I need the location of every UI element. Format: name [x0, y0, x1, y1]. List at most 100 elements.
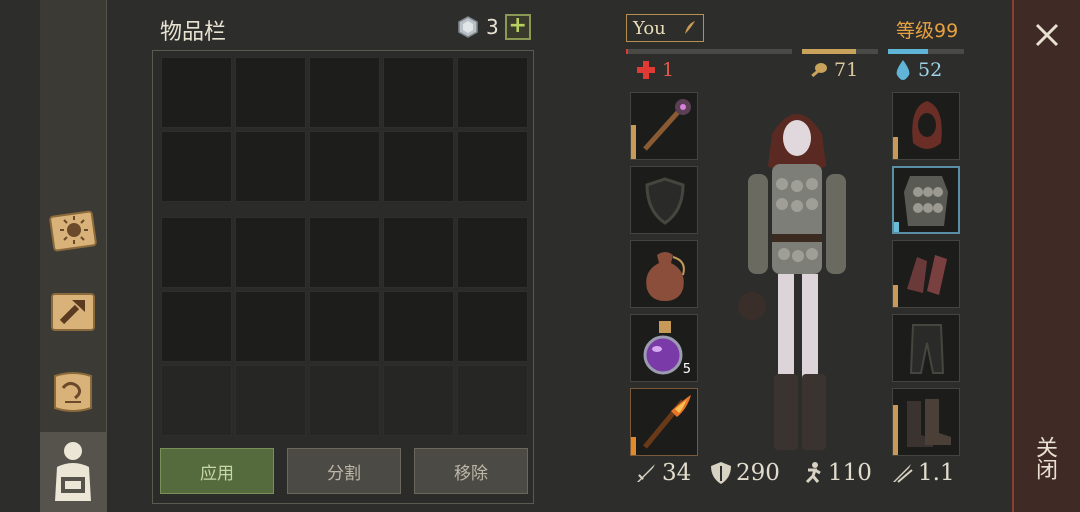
armor-value: 290 — [736, 460, 780, 486]
water-bar — [888, 49, 964, 54]
inventory-slot[interactable] — [235, 217, 306, 288]
shield-placeholder-icon — [645, 177, 685, 225]
inventory-slot[interactable] — [457, 291, 528, 362]
gloves-icon — [907, 255, 947, 295]
health-bar — [626, 49, 792, 54]
weapon-slot[interactable] — [630, 92, 698, 160]
bag-slot[interactable] — [630, 240, 698, 308]
nav-recipes-button[interactable] — [44, 200, 102, 260]
inventory-slot[interactable] — [161, 291, 232, 362]
water-drop-icon — [896, 60, 910, 80]
pouch-icon — [646, 252, 685, 301]
inventory-slot[interactable] — [383, 131, 454, 202]
inventory-frame — [152, 50, 534, 504]
potion-count: 5 — [682, 362, 691, 377]
player-level: 等级99 — [896, 20, 959, 42]
boots-icon — [907, 399, 951, 447]
shield-slot[interactable] — [630, 166, 698, 234]
edit-feather-icon — [685, 21, 695, 34]
close-icon[interactable] — [1030, 18, 1064, 52]
gem-count: 3 — [486, 15, 499, 39]
gem-counter: 3 + — [456, 14, 531, 40]
attack-stat: 34 — [634, 460, 691, 486]
running-icon — [805, 462, 821, 484]
inventory-slot[interactable] — [161, 57, 232, 128]
health-stat: 1 — [636, 59, 674, 81]
inventory-slot-locked — [383, 365, 454, 436]
inventory-slot[interactable] — [383, 57, 454, 128]
inventory-slot[interactable] — [235, 131, 306, 202]
durability-bar — [893, 137, 898, 159]
book-sun-icon — [49, 210, 97, 252]
food-value: 71 — [834, 59, 859, 81]
weight-stat: 1.1 — [890, 460, 955, 486]
mace-icon — [643, 99, 691, 151]
close-label[interactable]: 关闭 — [1030, 436, 1060, 480]
durability-bar — [631, 125, 636, 159]
nav-map-button[interactable] — [44, 362, 102, 422]
inventory-slot[interactable] — [383, 291, 454, 362]
water-stat: 52 — [894, 59, 942, 81]
nav-craft-button[interactable] — [44, 282, 102, 342]
feet-slot[interactable] — [892, 388, 960, 456]
inventory-slot[interactable] — [309, 291, 380, 362]
inventory-slot[interactable] — [457, 217, 528, 288]
durability-bar — [893, 285, 898, 307]
durability-bar — [894, 222, 899, 232]
nav-character-button[interactable] — [40, 432, 106, 512]
armor-stat: 290 — [710, 460, 780, 486]
scroll-icon — [54, 372, 92, 412]
chest-slot[interactable] — [892, 166, 960, 234]
speed-value: 110 — [828, 460, 872, 486]
inventory-slot[interactable] — [235, 57, 306, 128]
durability-bar — [631, 437, 636, 455]
torch-slot[interactable] — [630, 388, 698, 456]
inventory-slot[interactable] — [383, 217, 454, 288]
food-bar — [802, 49, 878, 54]
add-gems-button[interactable]: + — [504, 14, 531, 40]
gem-icon — [458, 16, 478, 38]
hands-slot[interactable] — [892, 240, 960, 308]
inventory-slot[interactable] — [457, 57, 528, 128]
scale-armor-icon — [904, 176, 948, 226]
speed-stat: 110 — [800, 460, 872, 486]
inventory-slot-locked — [309, 365, 380, 436]
remove-button[interactable]: 移除 — [414, 448, 528, 494]
hood-icon — [912, 101, 942, 149]
inventory-slot-locked — [457, 365, 528, 436]
inventory-slot-locked — [161, 365, 232, 436]
split-button[interactable]: 分割 — [287, 448, 401, 494]
use-button[interactable]: 应用 — [160, 448, 274, 494]
side-nav — [40, 0, 107, 512]
food-drumstick-icon — [811, 63, 827, 78]
inventory-slot[interactable] — [161, 131, 232, 202]
health-value: 1 — [662, 59, 675, 81]
water-value: 52 — [918, 59, 943, 81]
attack-value: 34 — [662, 460, 692, 486]
health-cross-icon — [637, 61, 655, 79]
player-name: You — [633, 17, 666, 39]
head-slot[interactable] — [892, 92, 960, 160]
weight-value: 1.1 — [918, 460, 955, 486]
legs-slot[interactable] — [892, 314, 960, 382]
shield-icon — [711, 462, 731, 484]
durability-bar — [893, 405, 898, 455]
swords-icon — [893, 464, 913, 483]
inventory-slot[interactable] — [161, 217, 232, 288]
inventory-slot[interactable] — [309, 57, 380, 128]
food-stat: 71 — [808, 59, 858, 81]
inventory-slot[interactable] — [235, 291, 306, 362]
inventory-slot[interactable] — [309, 217, 380, 288]
inventory-title: 物品栏 — [160, 20, 227, 45]
inventory-slot[interactable] — [309, 131, 380, 202]
sword-icon — [637, 464, 655, 482]
inventory-slot-locked — [235, 365, 306, 436]
pants-placeholder-icon — [909, 324, 945, 374]
backpack-person-icon — [55, 442, 91, 501]
player-name-box[interactable]: You — [626, 14, 704, 42]
character-figure — [738, 114, 846, 450]
hammer-icon — [51, 293, 95, 331]
inventory-slot[interactable] — [457, 131, 528, 202]
inventory-grid-top — [161, 57, 528, 202]
consumable-slot[interactable]: 5 — [630, 314, 698, 382]
